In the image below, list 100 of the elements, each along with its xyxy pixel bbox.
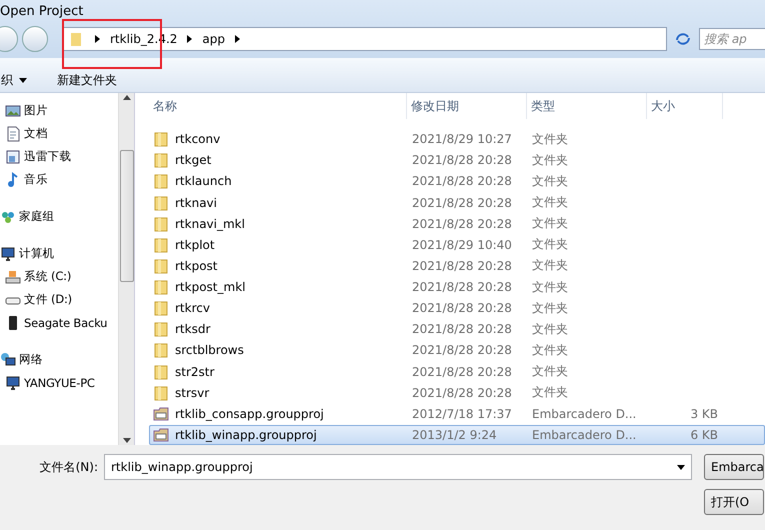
dropdown-icon	[677, 464, 685, 470]
chevron-icon	[187, 35, 192, 43]
scroll-up-icon[interactable]	[122, 95, 130, 100]
sidebar-item[interactable]: 图片	[0, 99, 118, 122]
folder-icon	[153, 236, 169, 253]
filename-field[interactable]: rtklib_winapp.groupproj	[104, 454, 692, 480]
table-cell-text: 6 KB	[689, 428, 719, 442]
file-name: rtklib_consapp.groupproj	[175, 406, 324, 421]
chevron-icon	[95, 35, 100, 43]
folder-icon	[153, 384, 169, 401]
sidebar-item[interactable]: 迅雷下载	[0, 145, 118, 168]
project-file-icon	[153, 426, 169, 443]
file-name: rtklaunch	[175, 174, 232, 188]
table-cell-text: 文件夹	[531, 363, 569, 380]
file-row[interactable]: rtksdr 2021/8/28 20:28 文件夹	[149, 319, 765, 340]
caret-icon	[19, 78, 27, 82]
sidebar-item[interactable]: 音乐	[0, 168, 118, 191]
table-cell-text: 2021/8/28 20:28	[411, 322, 513, 336]
sidebar-item[interactable]: 文档	[0, 122, 118, 145]
project-file-icon	[153, 406, 169, 422]
file-row[interactable]: strsvr 2021/8/28 20:28 文件夹	[149, 382, 765, 403]
file-name: str2str	[175, 364, 214, 378]
folder-icon	[153, 131, 169, 148]
file-row[interactable]: rtklib_winapp.groupproj 2013/1/2 9:24 Embarcadero D... 6 KB	[149, 424, 765, 445]
table-cell-text: 2021/8/28 20:28	[411, 280, 513, 294]
sidebar-item[interactable]: 系统 (C:)	[0, 265, 118, 288]
scrollbar-thumb[interactable]	[120, 150, 134, 282]
folder-icon	[153, 152, 169, 168]
file-row[interactable]: str2str 2021/8/28 20:28 文件夹	[149, 361, 765, 382]
filename-label: 文件名(N):	[38, 458, 99, 476]
file-row[interactable]: srctblbrows 2021/8/28 20:28 文件夹	[149, 340, 765, 360]
forward-button[interactable]	[22, 26, 48, 52]
document-icon	[5, 126, 21, 142]
file-name: rtkget	[175, 153, 212, 168]
column-header[interactable]: 类型	[527, 93, 647, 119]
sidebar-item[interactable]: 网络	[0, 348, 118, 371]
table-cell-text: 文件夹	[531, 320, 569, 338]
file-row[interactable]: rtkget 2021/8/28 20:28 文件夹	[149, 150, 765, 170]
file-row[interactable]: rtknavi_mkl 2021/8/28 20:28 文件夹	[149, 214, 765, 234]
table-cell-text: 2013/1/2 9:24	[411, 428, 498, 442]
organize-button[interactable]: 织	[1, 72, 27, 88]
folder-icon	[153, 321, 169, 338]
table-cell-text: 2021/8/28 20:28	[411, 196, 513, 210]
folder-icon	[153, 342, 169, 358]
file-row[interactable]: rtklib_consapp.groupproj 2012/7/18 17:37 Embarcadero D... 3 KB	[149, 404, 765, 424]
document-icon	[5, 148, 21, 164]
file-row[interactable]: rtkpost_mkl 2021/8/28 20:28 文件夹	[149, 276, 765, 298]
file-type-dropdown[interactable]: Embarca	[704, 454, 764, 480]
sidebar-item[interactable]: Seagate Backu	[0, 311, 118, 334]
drive-icon	[5, 268, 21, 284]
table-cell-text: 文件夹	[531, 384, 569, 402]
table-cell-text: 2021/8/29 10:40	[411, 238, 513, 252]
table-cell-text: 2021/8/28 20:28	[411, 386, 513, 400]
file-name: rtkplot	[175, 238, 215, 252]
file-row[interactable]: rtklaunch 2021/8/28 20:28 文件夹	[149, 171, 765, 192]
table-cell-text: 文件夹	[531, 172, 569, 190]
table-cell-text: 3 KB	[689, 406, 719, 421]
file-row[interactable]: rtkplot 2021/8/29 10:40 文件夹	[149, 234, 765, 255]
column-header[interactable]: 修改日期	[407, 93, 527, 119]
table-cell-text: 文件夹	[531, 194, 569, 211]
file-name: rtksdr	[175, 322, 210, 336]
table-cell-text: 文件夹	[531, 215, 569, 232]
sidebar-item[interactable]: 计算机	[0, 242, 118, 265]
search-field[interactable]: 搜索 ap	[699, 28, 765, 50]
breadcrumb[interactable]: app	[202, 32, 225, 46]
file-name: srctblbrows	[175, 343, 244, 358]
file-row[interactable]: rtknavi 2021/8/28 20:28 文件夹	[149, 192, 765, 213]
table-cell-text: 文件夹	[531, 130, 569, 148]
open-button[interactable]: 打开(O	[704, 489, 764, 515]
file-row[interactable]: rtkpost 2021/8/28 20:28 文件夹	[149, 256, 765, 276]
table-cell-text: 文件夹	[531, 152, 569, 169]
table-cell-text: 文件夹	[531, 278, 569, 296]
folder-icon	[153, 258, 169, 274]
sidebar-item[interactable]: 文件 (D:)	[0, 288, 118, 311]
computer-icon	[0, 246, 16, 262]
scroll-down-icon[interactable]	[122, 438, 130, 443]
sidebar-item[interactable]: YANGYUE-PC	[0, 371, 118, 394]
table-cell-text: 2021/8/29 10:27	[411, 132, 513, 146]
file-name: rtklib_winapp.groupproj	[175, 428, 317, 442]
computer-icon	[5, 374, 21, 390]
table-cell-text: Embarcadero D...	[531, 406, 638, 421]
sidebar-item[interactable]: 家庭组	[0, 205, 118, 228]
column-header[interactable]: 名称	[149, 93, 407, 119]
file-row[interactable]: rtkrcv 2021/8/28 20:28 文件夹	[149, 298, 765, 318]
folder-icon	[153, 279, 169, 295]
table-cell-text: 文件夹	[531, 300, 569, 317]
file-name: rtkconv	[175, 132, 220, 146]
scrollbar[interactable]	[118, 93, 134, 445]
folder-icon	[153, 216, 169, 232]
window-title: Open Project	[0, 3, 84, 21]
table-cell-text: 文件夹	[531, 257, 569, 274]
file-name: rtkrcv	[175, 301, 210, 316]
new-folder-button[interactable]: 新建文件夹	[57, 72, 117, 88]
chevron-icon	[235, 35, 240, 43]
column-header[interactable]: 大小	[647, 93, 723, 119]
file-name: rtkpost_mkl	[175, 280, 246, 294]
folder-icon	[153, 194, 169, 210]
folder-icon	[153, 364, 169, 380]
file-row[interactable]: rtkconv 2021/8/29 10:27 文件夹	[149, 129, 765, 150]
table-cell-text: 2021/8/28 20:28	[411, 343, 513, 358]
